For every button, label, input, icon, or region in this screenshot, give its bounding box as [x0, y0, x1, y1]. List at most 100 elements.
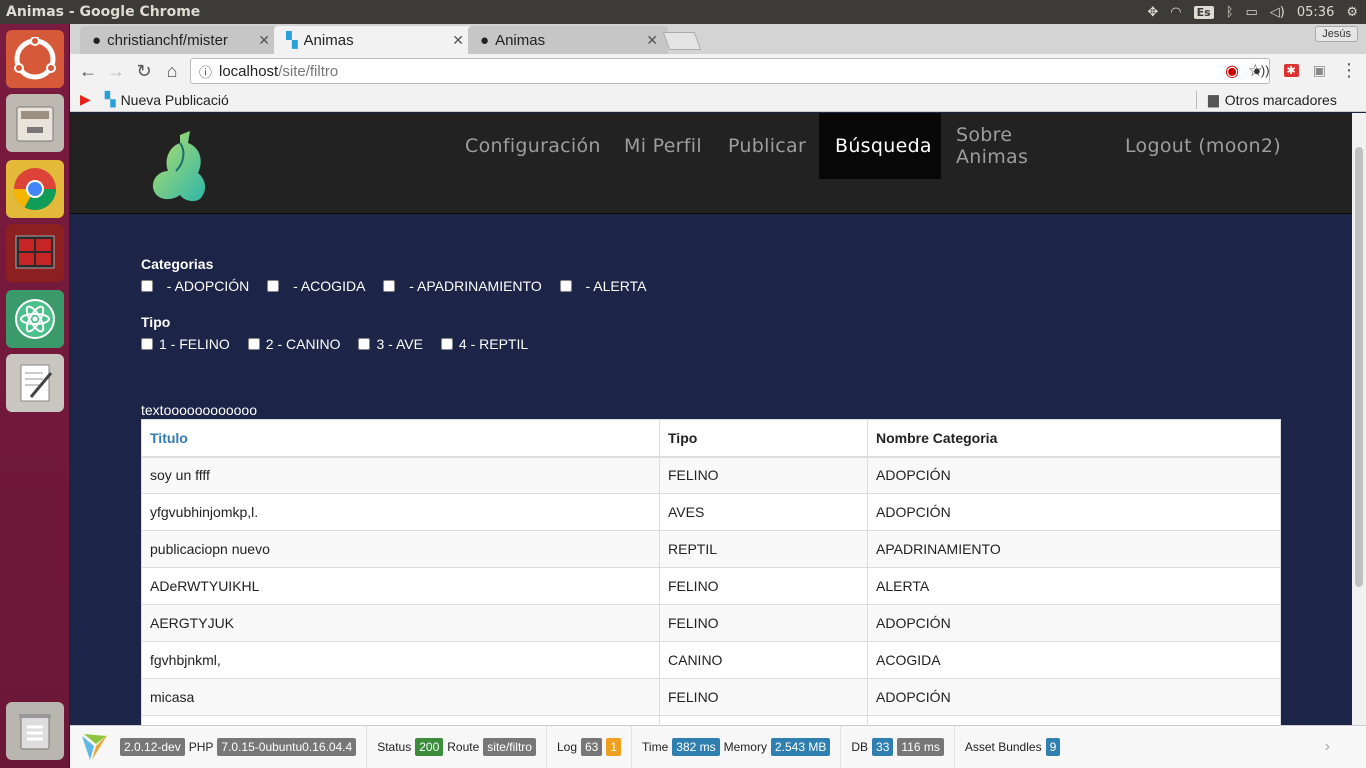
checkbox[interactable]: [559, 280, 572, 292]
debug-assets-block[interactable]: Asset Bundles 9: [955, 726, 1070, 768]
ubuntu-dash-icon[interactable]: [6, 30, 64, 88]
debug-db-block[interactable]: DB 33 116 ms: [841, 725, 955, 768]
nav-busqueda[interactable]: Búsqueda: [819, 113, 941, 179]
checkbox[interactable]: [267, 280, 280, 292]
cell-categoria: ADOPCIÓN: [867, 604, 1281, 642]
extension-grey-icon[interactable]: ▣: [1313, 62, 1326, 79]
categoria-option-1[interactable]: 1 - ADOPCIÓN: [141, 278, 249, 294]
categorias-title: Categorias: [141, 256, 214, 272]
close-icon[interactable]: ✕: [258, 32, 270, 49]
cell-titulo: AERGTYJUK: [141, 604, 660, 642]
dropbox-icon[interactable]: ✥: [1147, 5, 1158, 20]
time-badge: 382 ms: [672, 738, 720, 756]
asset-bundles-label: Asset Bundles: [964, 740, 1042, 754]
nav-configuracion[interactable]: Configuración: [455, 113, 600, 179]
tipo-option-4[interactable]: 4 - REPTIL: [440, 336, 528, 352]
youtube-icon[interactable]: ▶: [80, 91, 91, 108]
db-count-badge: 33: [872, 738, 894, 756]
cell-titulo: ADeRWTYUIKHL: [141, 567, 660, 605]
checkbox[interactable]: [383, 280, 396, 292]
table-row: [141, 715, 1281, 725]
wifi-icon[interactable]: ◠: [1170, 5, 1181, 20]
extension-record-icon[interactable]: ◉: [1225, 61, 1239, 81]
tipo-option-1[interactable]: 1 - FELINO: [141, 336, 230, 352]
categoria-option-2[interactable]: 2 - ACOGIDA: [267, 278, 365, 294]
nav-logout[interactable]: Logout (moon2): [1115, 113, 1285, 179]
files-icon[interactable]: [6, 94, 64, 152]
forward-button[interactable]: →: [102, 57, 130, 85]
log-count-badge: 63: [581, 738, 603, 756]
close-icon[interactable]: ✕: [452, 32, 464, 49]
checkbox[interactable]: [440, 338, 453, 350]
checkbox[interactable]: [358, 338, 371, 350]
animas-logo[interactable]: [150, 131, 212, 203]
memory-badge: 2.543 MB: [770, 738, 831, 756]
volume-icon[interactable]: ◁): [1270, 5, 1285, 20]
bookmark-nueva-publicacion[interactable]: ▚ Nueva Publicació: [105, 91, 229, 108]
other-bookmarks[interactable]: ▆ Otros marcadores: [1208, 91, 1337, 108]
battery-icon[interactable]: ▭: [1246, 5, 1258, 20]
close-icon[interactable]: ✕: [646, 32, 658, 49]
cell-tipo: FELINO: [659, 678, 868, 716]
scrollbar-thumb[interactable]: [1355, 147, 1363, 587]
table-row: ADeRWTYUIKHL FELINO ALERTA: [141, 567, 1281, 605]
column-header-tipo: Tipo: [659, 419, 868, 458]
gear-icon[interactable]: ⚙: [1346, 5, 1358, 20]
bookmarks-divider: [1196, 91, 1197, 109]
debug-request-block[interactable]: Status 200 Route site/filtro: [367, 725, 547, 768]
debug-profiling-block[interactable]: Time 382 ms Memory 2.543 MB: [632, 725, 842, 768]
atom-editor-icon[interactable]: [6, 290, 64, 348]
cell-titulo: yfgvubhinjomkp,l.: [141, 493, 660, 531]
info-icon[interactable]: ⓘ: [199, 62, 212, 81]
keyboard-layout-indicator[interactable]: Es: [1193, 5, 1214, 19]
site-favicon-icon: ▚: [286, 32, 298, 49]
browser-tab-strip: ● christianchf/mister ✕ ▚ Animas ✕ ● Ani…: [70, 24, 1366, 54]
page-scrollbar[interactable]: [1352, 113, 1366, 725]
text-editor-icon[interactable]: [6, 354, 64, 412]
nav-mi-perfil[interactable]: Mi Perfil: [614, 113, 710, 179]
categoria-option-4[interactable]: 4 - ALERTA: [559, 278, 646, 294]
categoria-option-3[interactable]: 3 - APADRINAMIENTO: [383, 278, 542, 294]
tipo-option-2[interactable]: 2 - CANINO: [247, 336, 340, 352]
extension-cast-icon[interactable]: ●)): [1253, 63, 1270, 78]
column-header-titulo[interactable]: Titulo: [141, 419, 660, 458]
new-tab-button[interactable]: [662, 32, 702, 50]
address-bar[interactable]: ⓘ localhost/site/filtro ☆: [190, 58, 1270, 84]
debug-log-block[interactable]: Log 63 1: [547, 725, 633, 768]
tipo-option-3[interactable]: 3 - AVE: [358, 336, 423, 352]
site-navbar: Configuración Mi Perfil Publicar Búsqued…: [70, 113, 1352, 214]
nav-publicar[interactable]: Publicar: [718, 113, 814, 179]
extension-save-icon[interactable]: ✱: [1283, 64, 1299, 77]
clock[interactable]: 05:36: [1297, 5, 1334, 20]
profile-button[interactable]: Jesús: [1315, 26, 1358, 42]
checkbox[interactable]: [247, 338, 260, 350]
debug-yii-block[interactable]: 2.0.12-dev PHP 7.0.15-0ubuntu0.16.04.4: [70, 725, 368, 768]
trash-icon[interactable]: [6, 702, 64, 760]
cell-titulo: soy un ffff: [141, 456, 660, 494]
time-label: Time: [642, 740, 669, 754]
categorias-filter: 1 - ADOPCIÓN 2 - ACOGIDA 3 - APADRINAMIE…: [141, 278, 664, 294]
chrome-menu-icon[interactable]: ⋮: [1340, 60, 1358, 81]
reload-button[interactable]: ↻: [130, 57, 158, 85]
table-row: yfgvubhinjomkp,l. AVES ADOPCIÓN: [141, 493, 1281, 531]
nav-sobre-animas[interactable]: Sobre Animas: [946, 113, 1086, 179]
cell-tipo: FELINO: [659, 604, 868, 642]
launcher: [0, 24, 70, 768]
bluetooth-icon[interactable]: ᛒ: [1226, 5, 1234, 20]
toolbar-collapse-icon[interactable]: ›: [1325, 738, 1330, 756]
home-button[interactable]: ⌂: [158, 57, 186, 85]
tab-github[interactable]: ● christianchf/mister ✕: [80, 26, 280, 54]
tab-animas[interactable]: ▚ Animas ✕: [274, 26, 474, 54]
github-icon: ●: [92, 31, 102, 49]
tab-animas-github[interactable]: ● Animas ✕: [468, 26, 668, 54]
back-button[interactable]: ←: [74, 57, 102, 85]
checkbox[interactable]: [141, 280, 153, 292]
results-table: Titulo Tipo Nombre Categoria soy un ffff…: [141, 419, 1281, 725]
table-row: publicaciopn nuevo REPTIL APADRINAMIENTO: [141, 530, 1281, 568]
chrome-icon[interactable]: [6, 160, 64, 218]
terminal-grid-icon[interactable]: [6, 224, 64, 282]
tipo-filter: 1 - FELINO 2 - CANINO 3 - AVE 4 - REPTIL: [141, 336, 546, 352]
memory-label: Memory: [723, 740, 767, 754]
cell-categoria: ADOPCIÓN: [867, 493, 1281, 531]
checkbox[interactable]: [141, 338, 153, 350]
